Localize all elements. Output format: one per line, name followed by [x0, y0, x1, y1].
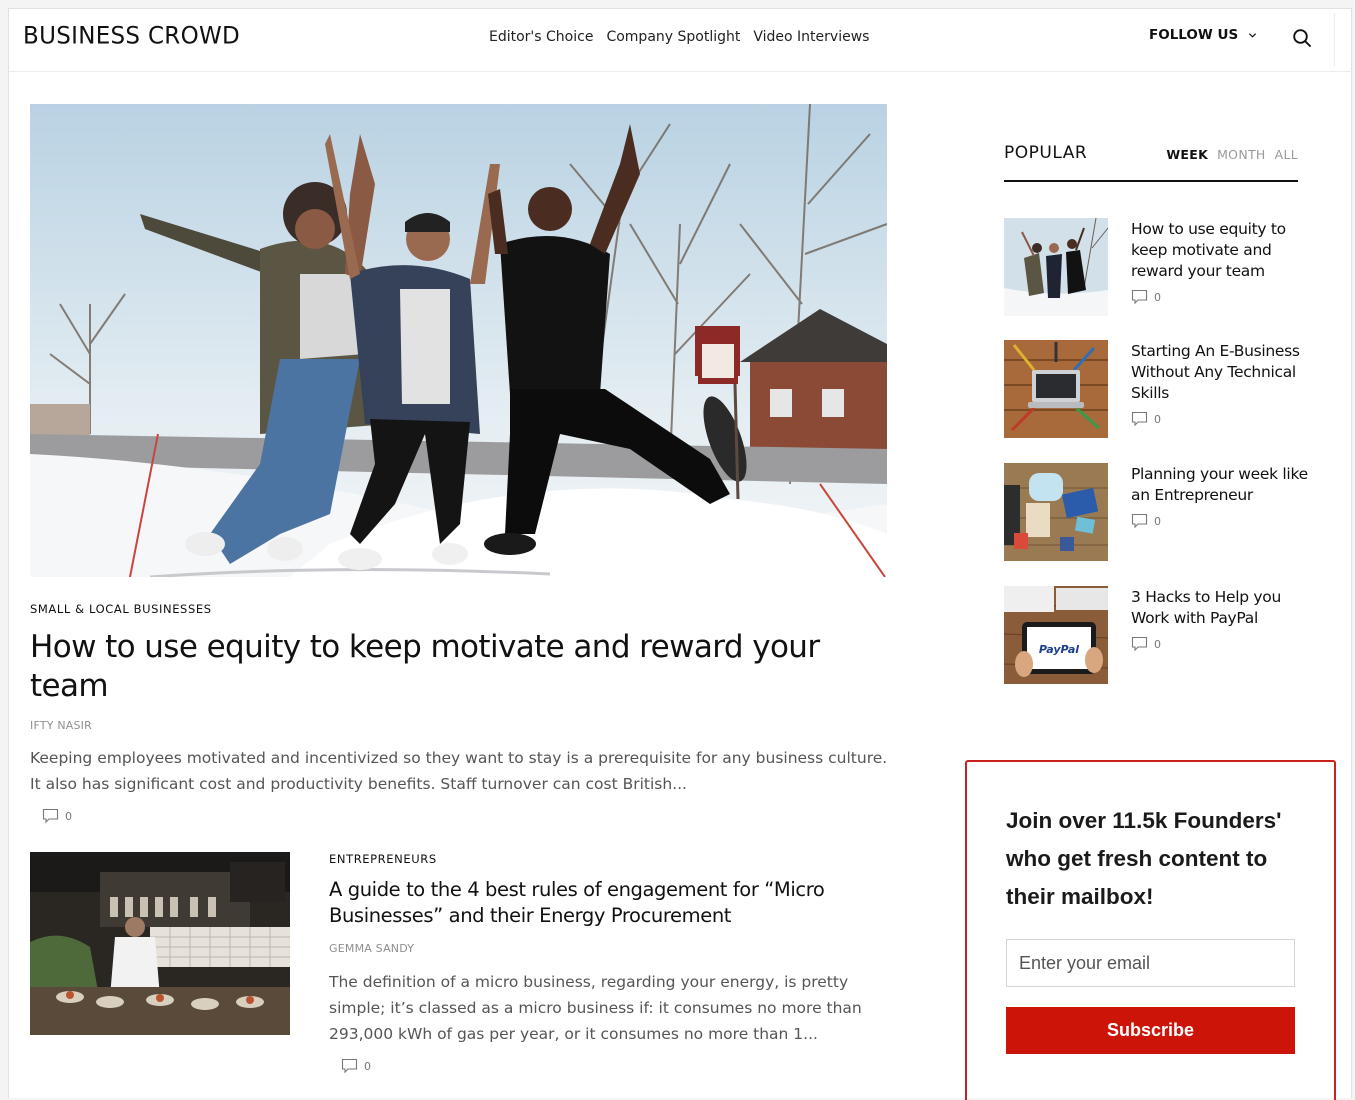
comment-count: 0 [1154, 514, 1161, 528]
site-logo[interactable]: BUSINESS CROWD [23, 22, 240, 49]
popular-item-comments[interactable]: 0 [1131, 411, 1161, 427]
popular-item[interactable]: Planning your week like an Entrepreneur … [1004, 463, 1308, 563]
search-icon[interactable] [1292, 28, 1312, 48]
tab-month[interactable]: MONTH [1217, 147, 1266, 162]
popular-header: POPULAR WEEK MONTH ALL [1004, 142, 1298, 182]
site-header: BUSINESS CROWD Editor's Choice Company S… [9, 9, 1353, 72]
popular-item[interactable]: PayPal 3 Hacks to Help you Work with Pay… [1004, 586, 1304, 686]
hero-comment-count[interactable]: 0 [42, 808, 72, 824]
hero-category[interactable]: SMALL & LOCAL BUSINESSES [30, 602, 212, 616]
article-image[interactable] [30, 852, 290, 1035]
follow-us-label: FOLLOW US [1149, 27, 1239, 43]
comment-icon [1131, 513, 1148, 529]
article-comment-count[interactable]: 0 [341, 1058, 371, 1074]
popular-item-comments[interactable]: 0 [1131, 513, 1161, 529]
popular-item-comments[interactable]: 0 [1131, 636, 1161, 652]
comment-count: 0 [65, 809, 72, 823]
email-field[interactable] [1006, 939, 1295, 987]
main-nav: Editor's Choice Company Spotlight Video … [489, 29, 869, 45]
newsletter-headline: Join over 11.5k Founders' who get fresh … [1006, 808, 1282, 909]
paypal-logo-text: PayPal [1039, 643, 1079, 656]
follow-us-dropdown[interactable]: FOLLOW US [1149, 27, 1257, 43]
chevron-down-icon [1249, 32, 1257, 38]
hero-image[interactable] [30, 104, 887, 577]
comment-icon [1131, 289, 1148, 305]
nav-link-video-interviews[interactable]: Video Interviews [753, 29, 869, 45]
nav-link-editors-choice[interactable]: Editor's Choice [489, 29, 593, 45]
tab-all[interactable]: ALL [1275, 147, 1298, 162]
comment-count: 0 [1154, 290, 1161, 304]
comment-icon [1131, 411, 1148, 427]
popular-item-thumbnail[interactable] [1004, 340, 1108, 438]
hero-author[interactable]: IFTY NASIR [30, 719, 92, 732]
popular-item-title[interactable]: How to use equity to keep motivate and r… [1131, 219, 1309, 282]
popular-item-thumbnail[interactable]: PayPal [1004, 586, 1108, 684]
popular-item-title[interactable]: Planning your week like an Entrepreneur [1131, 464, 1309, 506]
popular-title: POPULAR [1004, 143, 1088, 163]
comment-icon [1131, 636, 1148, 652]
popular-tabs: WEEK MONTH ALL [1166, 147, 1298, 162]
newsletter-box: Join over 11.5k Founders' who get fresh … [965, 760, 1336, 1100]
popular-item-title[interactable]: Starting An E-Business Without Any Techn… [1131, 341, 1309, 404]
hero-excerpt: Keeping employees motivated and incentiv… [30, 749, 888, 793]
popular-item-title[interactable]: 3 Hacks to Help you Work with PayPal [1131, 587, 1309, 629]
subscribe-button[interactable]: Subscribe [1006, 1007, 1295, 1054]
hero-title[interactable]: How to use equity to keep motivate and r… [30, 628, 860, 706]
comment-icon [42, 808, 59, 824]
header-divider [1334, 13, 1335, 67]
article-author[interactable]: GEMMA SANDY [329, 942, 414, 955]
popular-item-comments[interactable]: 0 [1131, 289, 1161, 305]
comment-count: 0 [1154, 412, 1161, 426]
popular-item-thumbnail[interactable] [1004, 218, 1108, 316]
comment-icon [341, 1058, 358, 1074]
nav-link-company-spotlight[interactable]: Company Spotlight [606, 29, 740, 45]
comment-count: 0 [364, 1059, 371, 1073]
popular-item[interactable]: How to use equity to keep motivate and r… [1004, 218, 1304, 318]
tab-week[interactable]: WEEK [1166, 147, 1208, 162]
page-frame: BUSINESS CROWD Editor's Choice Company S… [8, 8, 1353, 1100]
popular-item[interactable]: Starting An E-Business Without Any Techn… [1004, 340, 1304, 440]
comment-count: 0 [1154, 637, 1161, 651]
article-excerpt: The definition of a micro business, rega… [329, 973, 862, 1043]
popular-item-thumbnail[interactable] [1004, 463, 1108, 561]
article-category[interactable]: ENTREPRENEURS [329, 852, 437, 866]
article-title[interactable]: A guide to the 4 best rules of engagemen… [329, 877, 859, 929]
